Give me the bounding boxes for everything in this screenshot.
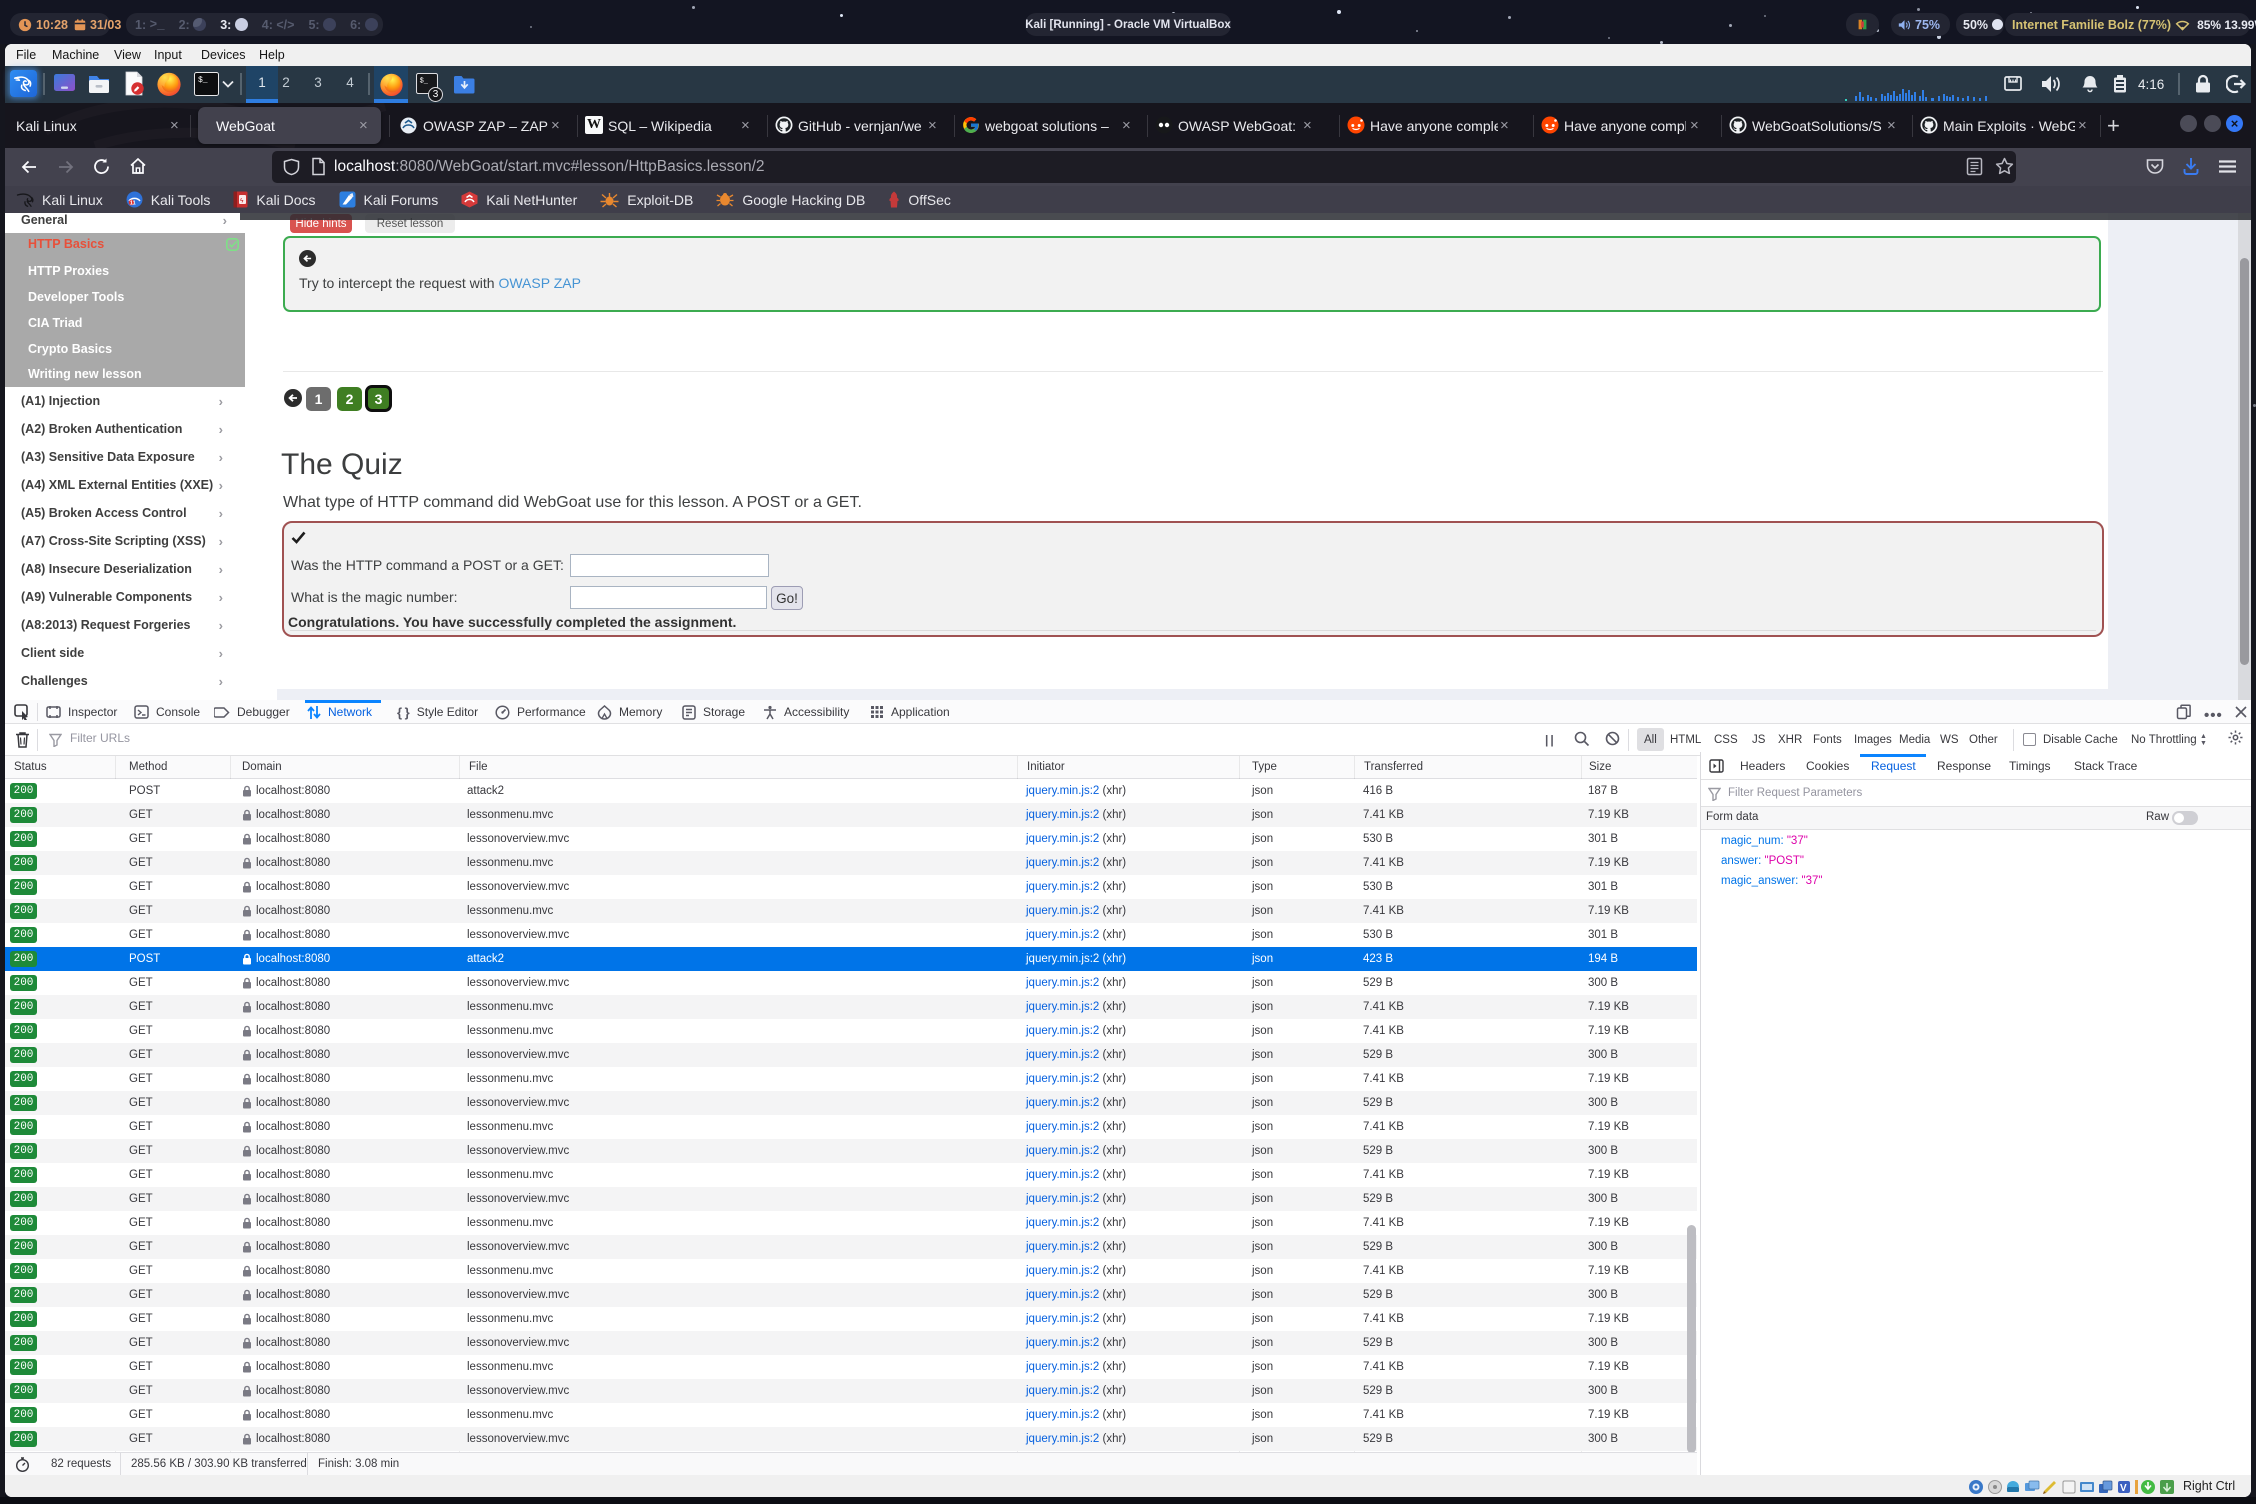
svg-text:$_: $_ <box>420 78 429 86</box>
svg-text:V: V <box>2120 1483 2127 1494</box>
svg-text:$_: $_ <box>198 76 208 85</box>
svg-text:ϟ: ϟ <box>240 198 244 205</box>
